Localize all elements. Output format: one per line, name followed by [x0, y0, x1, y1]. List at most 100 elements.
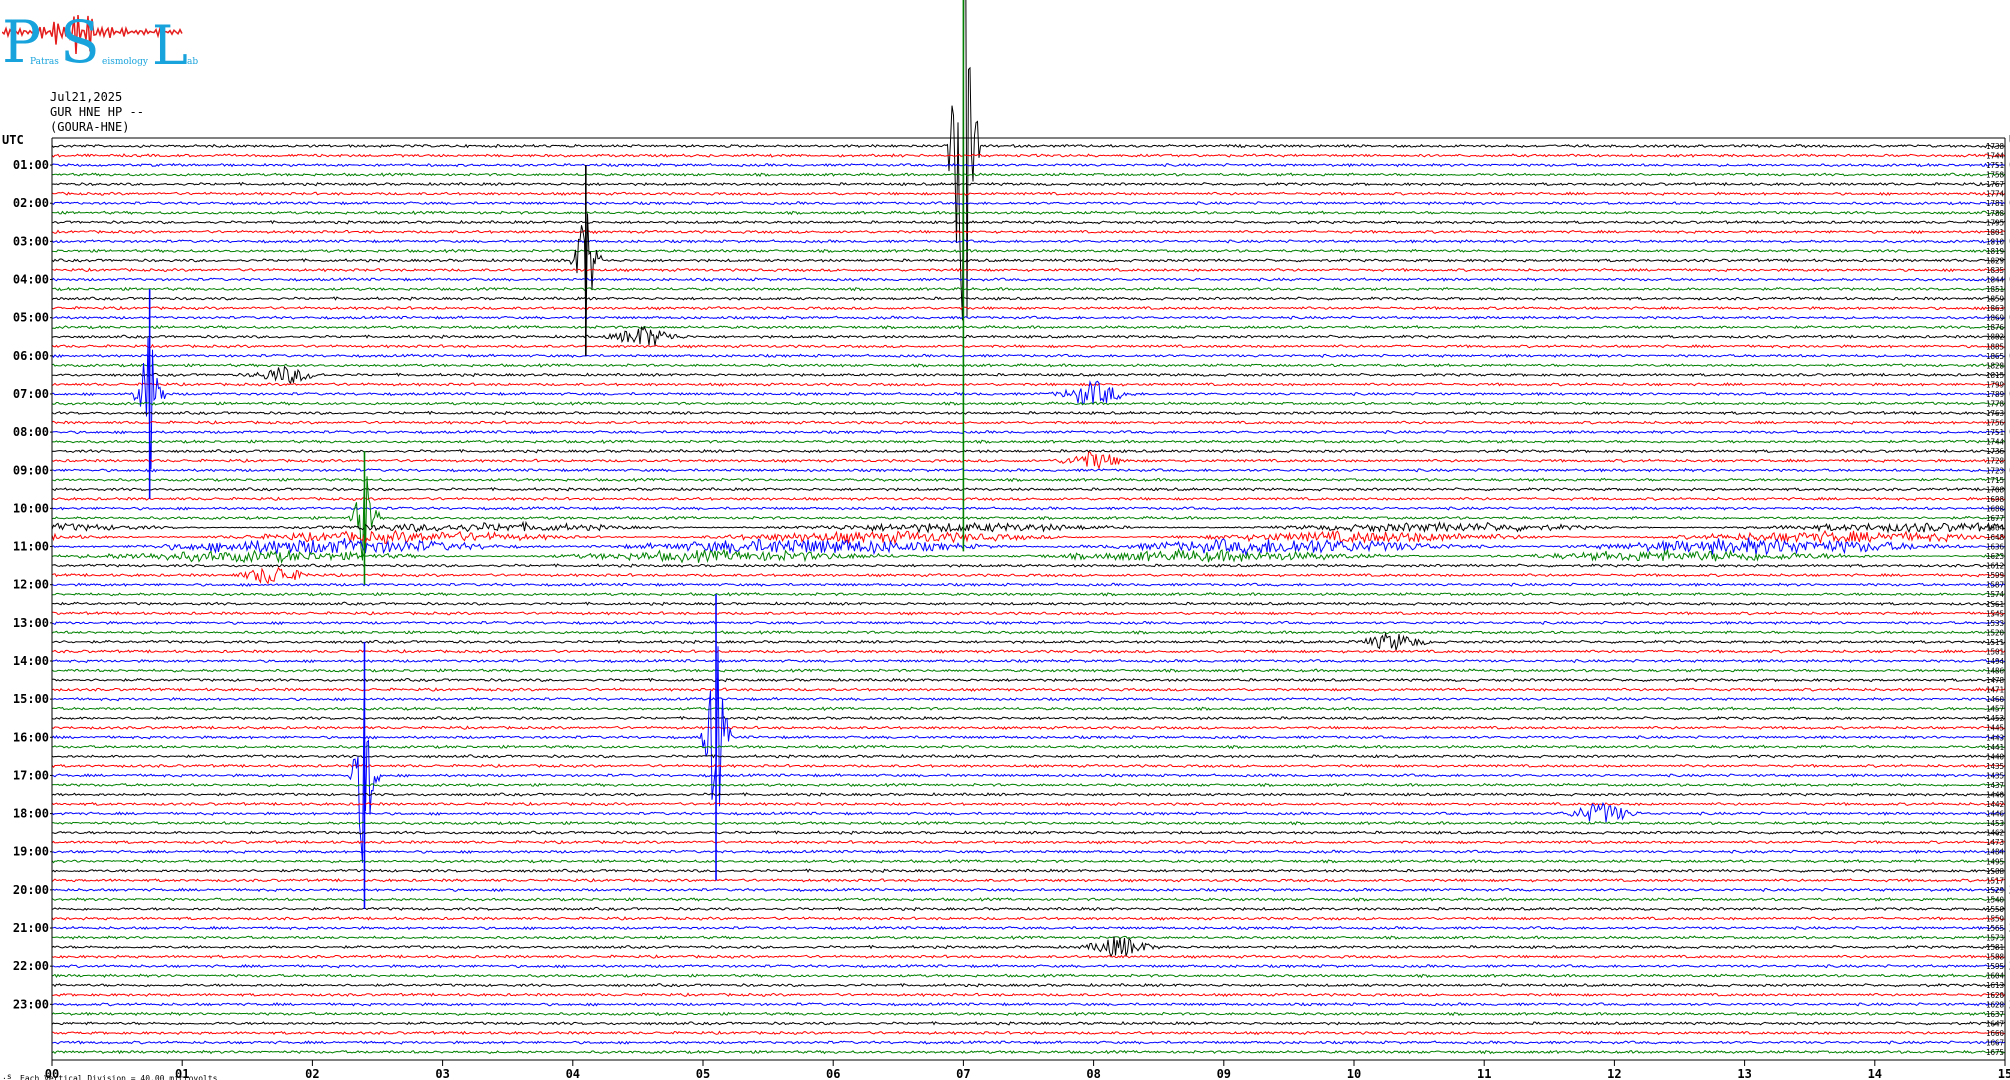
trace-count-label: 1540	[1986, 895, 2005, 904]
trace-line	[51, 1020, 2006, 1026]
trace-count-label: 1688	[1986, 504, 2005, 513]
trace-count-label: 1774	[1986, 190, 2005, 199]
trace-line	[51, 305, 2006, 311]
trace-line	[51, 1030, 2006, 1036]
trace-count-label: 1744	[1986, 438, 2005, 447]
trace-line	[51, 1011, 2006, 1017]
trace-count-label: 1756	[1986, 419, 2005, 428]
trace-line	[51, 468, 2006, 473]
trace-line	[51, 219, 2006, 225]
trace-count-label: 1828	[1986, 361, 2005, 370]
trace-line	[51, 191, 2006, 196]
trace-count-label: 1588	[1986, 953, 2005, 962]
trace-line	[52, 591, 2006, 597]
header-station-line: GUR HNE HP --	[50, 105, 144, 119]
trace-count-label: 1677	[1986, 514, 2004, 523]
trace-line	[51, 744, 2006, 750]
trace-count-label: 1738	[1986, 142, 2005, 151]
trace-count-label: 1660	[1986, 1029, 2005, 1038]
trace-line	[51, 668, 2006, 673]
trace-line	[51, 1040, 2006, 1045]
trace-count-label: 1529	[1986, 886, 2004, 895]
trace-count-label: 1443	[1986, 733, 2004, 742]
x-tick-label: 08	[1086, 1067, 1100, 1080]
trace-line	[52, 365, 2006, 385]
trace-count-label: 1869	[1986, 314, 2004, 323]
trace-count-label: 1763	[1986, 409, 2004, 418]
left-hour-label: 15:00	[13, 692, 49, 706]
trace-line	[51, 801, 2006, 807]
trace-count-label: 1829	[1986, 256, 2004, 265]
trace-line	[51, 992, 2006, 998]
left-hour-label: 08:00	[13, 425, 49, 439]
trace-line	[52, 631, 2006, 651]
trace-line	[51, 239, 2006, 244]
x-tick-label: 13	[1737, 1067, 1751, 1080]
trace-count-label: 1767	[1986, 180, 2004, 189]
trace-line	[51, 696, 2006, 702]
trace-count-label: 1623	[1986, 552, 2004, 561]
trace-line	[51, 859, 2006, 864]
trace-count-label: 1819	[1986, 247, 2004, 256]
trace-line	[51, 448, 2006, 454]
trace-line	[51, 520, 2006, 534]
x-tick-label: 04	[566, 1067, 580, 1080]
trace-line	[51, 868, 2006, 873]
trace-line	[51, 936, 2005, 958]
trace-line	[51, 429, 2006, 435]
trace-count-label: 1565	[1986, 924, 2004, 933]
x-tick-label: 07	[956, 1067, 970, 1080]
header-station-name: (GOURA-HNE)	[50, 120, 130, 134]
left-hour-label: 23:00	[13, 997, 49, 1011]
trace-count-label: 1545	[1986, 609, 2004, 618]
trace-count-label: 1484	[1986, 848, 2005, 857]
trace-count-label: 1723	[1986, 466, 2004, 475]
trace-count-label: 1751	[1986, 428, 2004, 437]
trace-count-label: 1452	[1986, 714, 2004, 723]
trace-count-label: 1495	[1986, 857, 2004, 866]
trace-count-label: 1781	[1986, 199, 2004, 208]
logo-letter-l: L	[152, 14, 188, 72]
trace-line	[51, 496, 2006, 502]
trace-line	[51, 935, 2006, 940]
logo-word-seismology: eismology	[102, 57, 149, 67]
left-axis-title: UTC	[2, 133, 24, 147]
trace-line	[51, 687, 2006, 692]
trace-count-label: 1865	[1986, 352, 2004, 361]
trace-count-label: 1708	[1986, 485, 2005, 494]
trace-count-label: 1501	[1986, 647, 2004, 656]
trace-line	[51, 353, 2006, 359]
trace-count-label: 1473	[1986, 838, 2004, 847]
trace-count-label: 1559	[1986, 914, 2004, 923]
trace-count-label: 1698	[1986, 495, 2005, 504]
x-tick-label: 10	[1347, 1067, 1361, 1080]
trace-count-label: 1453	[1986, 819, 2004, 828]
trace-line	[51, 897, 2006, 902]
trace-count-label: 1667	[1986, 1038, 2004, 1047]
trace-count-label: 1520	[1986, 628, 2005, 637]
trace-count-label: 1799	[1986, 380, 2004, 389]
trace-count-label: 1457	[1986, 705, 2004, 714]
trace-count-label: 1859	[1986, 295, 2004, 304]
left-hour-label: 14:00	[13, 654, 49, 668]
trace-count-label: 1744	[1986, 152, 2005, 161]
trace-line	[51, 763, 2006, 769]
trace-line	[51, 801, 2006, 823]
logo-letter-s: S	[60, 8, 100, 72]
trace-count-label: 1620	[1986, 991, 2005, 1000]
trace-line	[51, 887, 2006, 893]
trace-count-label: 1715	[1986, 476, 2004, 485]
left-hour-label: 04:00	[13, 273, 49, 287]
trace-count-label: 1435	[1986, 771, 2004, 780]
trace-line	[51, 210, 2006, 216]
trace-count-label: 1437	[1986, 781, 2004, 790]
trace-line	[51, 601, 2006, 607]
trace-count-label: 1835	[1986, 266, 2004, 275]
trace-line	[51, 382, 2006, 387]
trace-count-label: 1882	[1986, 333, 2004, 342]
trace-line	[51, 248, 2006, 254]
trace-count-label: 1441	[1986, 743, 2004, 752]
trace-count-label: 1440	[1986, 752, 2005, 761]
trace-count-label: 1728	[1986, 457, 2005, 466]
trace-count-label: 1789	[1986, 390, 2004, 399]
